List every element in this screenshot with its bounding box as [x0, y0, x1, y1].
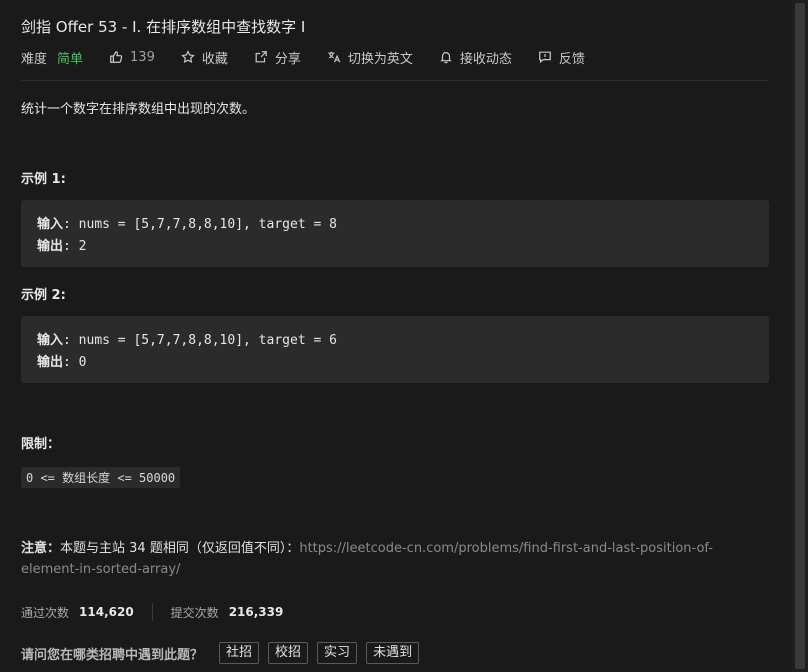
example-1-code-block: 输入: nums = [5,7,7,8,8,10], target = 8 输出… [21, 200, 769, 267]
meta-divider [21, 80, 769, 81]
survey-question: 请问您在哪类招聘中遇到此题？ [21, 647, 204, 663]
vertical-scrollbar[interactable] [792, 0, 808, 672]
feedback-button[interactable]: 反馈 [538, 48, 585, 67]
survey-option-internship[interactable]: 实习 [317, 642, 358, 664]
example-2-output-value: : 0 [63, 355, 87, 370]
constraints-heading: 限制： [21, 437, 61, 452]
stats-divider [151, 603, 153, 621]
constraint-code: 0 <= 数组长度 <= 50000 [21, 467, 181, 488]
accepted-count: 114,620 [79, 605, 134, 619]
survey-option-campus-hire[interactable]: 校招 [268, 642, 309, 664]
share-icon [255, 51, 267, 63]
problem-title: 剑指 Offer 53 - I. 在排序数组中查找数字 I [21, 18, 306, 36]
accepted-label: 通过次数 [21, 605, 70, 620]
note-label: 注意： [21, 541, 61, 556]
survey-option-social-hire[interactable]: 社招 [219, 642, 260, 664]
scrollbar-thumb[interactable] [795, 3, 805, 669]
interview-survey: 请问您在哪类招聘中遇到此题？ 社招 校招 实习 未遇到 [21, 642, 428, 664]
share-button[interactable]: 分享 [254, 48, 301, 67]
survey-option-not-encountered[interactable]: 未遇到 [366, 642, 420, 664]
subscribe-button[interactable]: 接收动态 [439, 48, 512, 67]
switch-language-label: 切换为英文 [347, 51, 413, 67]
favorite-label: 收藏 [201, 51, 228, 67]
star-icon [181, 50, 195, 64]
submissions-label: 提交次数 [170, 605, 219, 620]
feedback-icon [539, 51, 551, 64]
example-1-output-line: 输出: 2 [37, 235, 87, 254]
example-1-output-label: 输出 [37, 239, 64, 254]
problem-page: 剑指 Offer 53 - I. 在排序数组中查找数字 I 难度 简单 139 … [0, 0, 808, 672]
thumbs-up-icon [110, 51, 123, 63]
likes-count: 139 [130, 49, 155, 65]
subscribe-label: 接收动态 [459, 51, 512, 67]
favorite-button[interactable]: 收藏 [181, 48, 228, 67]
example-2-output-label: 输出 [37, 355, 64, 370]
note-paragraph: 注意：本题与主站 34 题相同（仅返回值不同）：https://leetcode… [21, 538, 761, 580]
switch-language-button[interactable]: 切换为英文 [327, 48, 413, 67]
example-2-input-line: 输入: nums = [5,7,7,8,8,10], target = 6 [37, 329, 337, 348]
share-label: 分享 [274, 51, 301, 67]
like-button[interactable]: 139 [109, 50, 155, 65]
bell-icon [440, 52, 452, 64]
difficulty-badge: 简单 [57, 51, 84, 67]
problem-description: 统计一个数字在排序数组中出现的次数。 [21, 102, 256, 117]
example-1-input-value: : nums = [5,7,7,8,8,10], target = 8 [63, 217, 337, 232]
translate-icon [328, 51, 341, 63]
note-text: 本题与主站 34 题相同（仅返回值不同）： [60, 541, 300, 556]
example-1-heading: 示例 1: [21, 172, 66, 187]
example-2-input-label: 输入 [37, 333, 64, 348]
example-2-output-line: 输出: 0 [37, 351, 87, 370]
difficulty-label: 难度 [21, 51, 48, 67]
example-2-code-block: 输入: nums = [5,7,7,8,8,10], target = 6 输出… [21, 316, 769, 383]
example-1-input-label: 输入 [37, 217, 64, 232]
example-1-output-value: : 2 [63, 239, 87, 254]
submissions-count: 216,339 [228, 605, 284, 619]
problem-meta-bar: 难度 简单 139 收藏 分享 切换为英文 接收动态 反馈 [21, 47, 611, 67]
feedback-label: 反馈 [558, 51, 585, 67]
example-2-heading: 示例 2: [21, 288, 66, 303]
example-1-input-line: 输入: nums = [5,7,7,8,8,10], target = 8 [37, 213, 337, 232]
example-2-input-value: : nums = [5,7,7,8,8,10], target = 6 [63, 333, 337, 348]
submission-stats: 通过次数 114,620 提交次数 216,339 [21, 603, 283, 621]
